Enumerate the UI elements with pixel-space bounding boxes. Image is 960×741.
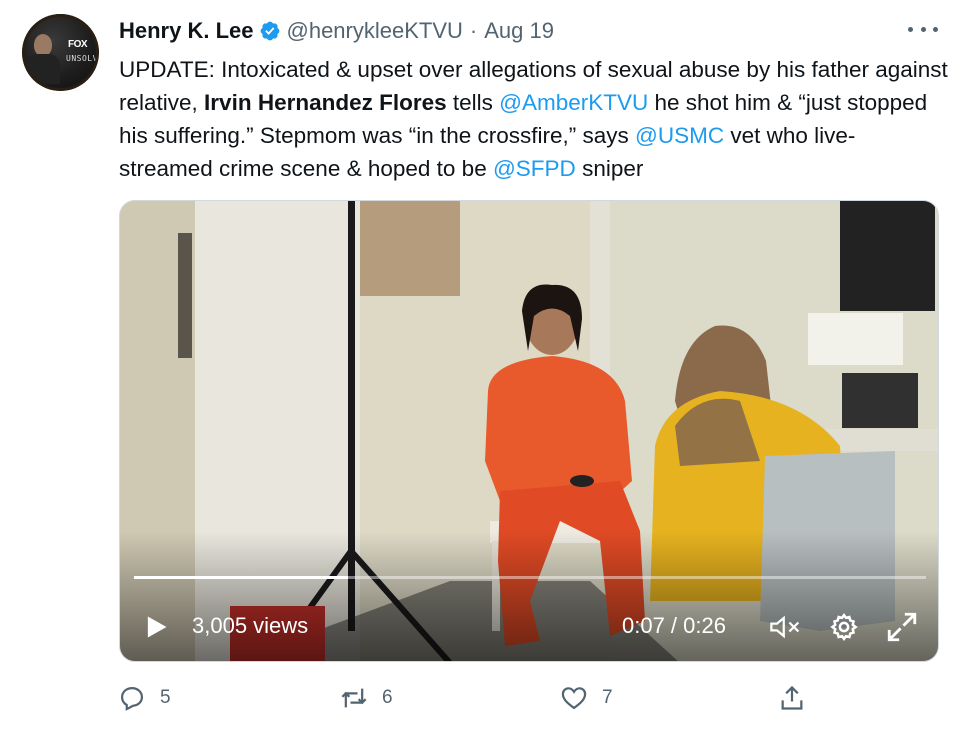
subject-torso bbox=[485, 356, 632, 501]
progress-fill bbox=[134, 576, 348, 579]
like-icon bbox=[561, 687, 587, 710]
progress-track[interactable] bbox=[134, 576, 926, 579]
share-button[interactable] bbox=[778, 684, 806, 712]
tweet-text-part: sniper bbox=[575, 156, 644, 181]
tweet-header: Henry K. Lee @henrykleeKTVU · Aug 19 bbox=[119, 16, 554, 46]
reply-count: 5 bbox=[160, 687, 171, 708]
retweet-button[interactable]: 6 bbox=[340, 684, 393, 712]
like-count: 7 bbox=[602, 687, 613, 708]
settings-icon[interactable] bbox=[829, 612, 859, 642]
light-panel bbox=[840, 201, 935, 311]
mention-link[interactable]: @USMC bbox=[635, 123, 724, 148]
avatar-rim bbox=[22, 14, 99, 91]
mention-link[interactable]: @AmberKTVU bbox=[499, 90, 648, 115]
reply-icon bbox=[120, 686, 144, 711]
verified-badge-icon bbox=[260, 21, 279, 41]
cork-board bbox=[360, 201, 460, 296]
controls-gradient bbox=[120, 531, 938, 661]
tweet-text: UPDATE: Intoxicated & upset over allegat… bbox=[119, 53, 949, 185]
like-button[interactable]: 7 bbox=[560, 684, 613, 712]
view-count: 3,005 views bbox=[192, 613, 309, 638]
more-icon[interactable] bbox=[908, 18, 938, 40]
tweet-date[interactable]: Aug 19 bbox=[484, 18, 554, 44]
monitor bbox=[842, 373, 918, 428]
reply-button[interactable]: 5 bbox=[118, 684, 171, 712]
tweet-bold-name: Irvin Hernandez Flores bbox=[204, 90, 447, 115]
author-name[interactable]: Henry K. Lee bbox=[119, 18, 254, 44]
retweet-icon bbox=[341, 688, 367, 708]
share-icon bbox=[781, 685, 803, 710]
mention-link[interactable]: @SFPD bbox=[493, 156, 576, 181]
phone bbox=[570, 475, 594, 487]
tweet-text-part: tells bbox=[446, 90, 500, 115]
header-separator: · bbox=[469, 18, 478, 43]
video-time: 0:07 / 0:26 bbox=[622, 613, 726, 638]
video-frame bbox=[120, 201, 938, 661]
door-hinge bbox=[178, 233, 192, 358]
play-icon[interactable] bbox=[142, 613, 170, 641]
avatar[interactable]: FOX UNSOLVED bbox=[22, 14, 99, 91]
wall-paper bbox=[808, 313, 903, 365]
action-bar: 5 6 7 bbox=[0, 680, 960, 720]
fullscreen-icon[interactable] bbox=[885, 610, 919, 644]
retweet-count: 6 bbox=[382, 687, 393, 708]
video-player[interactable]: 3,005 views 0:07 / 0:26 bbox=[119, 200, 939, 662]
mute-icon[interactable] bbox=[768, 613, 804, 641]
author-handle[interactable]: @henrykleeKTVU bbox=[287, 18, 463, 44]
